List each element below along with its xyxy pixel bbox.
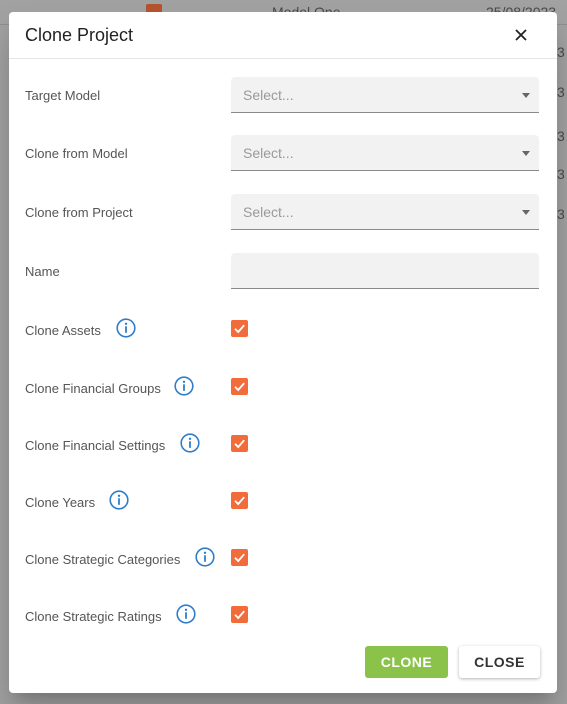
clone-assets-checkbox[interactable]	[231, 320, 248, 337]
close-icon[interactable]	[512, 26, 530, 44]
clone-financial-groups-label: Clone Financial Groups	[25, 381, 161, 396]
clone-from-model-placeholder: Select...	[243, 145, 294, 161]
clone-strategic-ratings-checkbox[interactable]	[231, 606, 248, 623]
clone-strategic-categories-label: Clone Strategic Categories	[25, 552, 181, 567]
background-edge-text: 3	[557, 128, 565, 144]
target-model-label: Target Model	[25, 88, 101, 103]
clone-from-model-label: Clone from Model	[25, 146, 128, 161]
clone-strategic-ratings-label: Clone Strategic Ratings	[25, 609, 162, 624]
dropdown-arrow-icon	[522, 210, 530, 215]
info-icon[interactable]	[180, 433, 200, 453]
target-model-placeholder: Select...	[243, 87, 294, 103]
background-edge-text: 3	[557, 166, 565, 182]
background-edge-text: 3	[557, 84, 565, 100]
clone-from-model-select[interactable]: Select...	[231, 135, 539, 171]
clone-from-project-placeholder: Select...	[243, 204, 294, 220]
info-icon[interactable]	[176, 604, 196, 624]
close-button[interactable]: CLOSE	[459, 646, 540, 678]
dialog-title: Clone Project	[25, 25, 134, 45]
clone-from-project-label: Clone from Project	[25, 205, 133, 220]
dropdown-arrow-icon	[522, 93, 530, 98]
name-label: Name	[25, 264, 60, 279]
clone-button[interactable]: CLONE	[365, 646, 448, 678]
info-icon[interactable]	[195, 547, 215, 567]
clone-from-project-select[interactable]: Select...	[231, 194, 539, 230]
clone-strategic-categories-checkbox[interactable]	[231, 549, 248, 566]
info-icon[interactable]	[116, 318, 136, 338]
name-input[interactable]	[231, 253, 539, 289]
dialog-header: Clone Project	[9, 12, 557, 59]
clone-assets-label: Clone Assets	[25, 323, 101, 338]
info-icon[interactable]	[109, 490, 129, 510]
clone-financial-settings-checkbox[interactable]	[231, 435, 248, 452]
target-model-select[interactable]: Select...	[231, 77, 539, 113]
clone-financial-groups-checkbox[interactable]	[231, 378, 248, 395]
clone-years-label: Clone Years	[25, 495, 96, 510]
clone-project-dialog: Clone Project Target Model Select... Clo…	[9, 12, 557, 693]
clone-years-checkbox[interactable]	[231, 492, 248, 509]
background-edge-text: 3	[557, 44, 565, 60]
dropdown-arrow-icon	[522, 151, 530, 156]
background-edge-text: 3	[557, 206, 565, 222]
clone-financial-settings-label: Clone Financial Settings	[25, 438, 166, 453]
info-icon[interactable]	[174, 376, 194, 396]
